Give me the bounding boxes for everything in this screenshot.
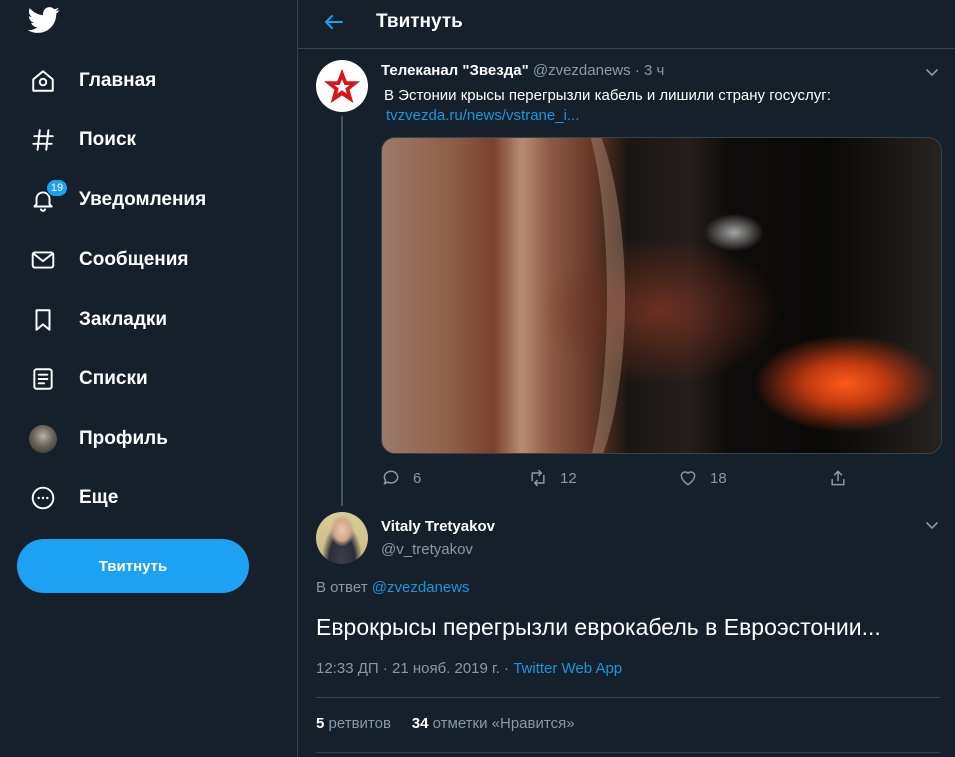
nav-lists-label: Списки — [79, 368, 148, 389]
tweet-button[interactable]: Твитнуть — [17, 539, 249, 593]
chevron-down-icon[interactable] — [925, 68, 939, 78]
nav-profile-label: Профиль — [79, 428, 168, 449]
share-icon — [831, 470, 845, 486]
nav-lists[interactable]: Списки — [16, 357, 148, 401]
avatar[interactable] — [316, 60, 368, 112]
bell-icon: 19 — [28, 179, 68, 215]
like-action[interactable]: 18 — [678, 468, 727, 488]
nav-more-label: Еще — [79, 487, 119, 508]
nav-explore[interactable]: Поиск — [16, 118, 136, 162]
envelope-icon — [28, 245, 58, 275]
nav-messages-label: Сообщения — [79, 249, 189, 270]
image-detail — [507, 138, 625, 453]
author-name[interactable]: Vitaly Tretyakov — [381, 518, 495, 535]
tweet-meta: 12:33 ДП · 21 нояб. 2019 г. · Twitter We… — [316, 660, 622, 677]
likes-count: 34 — [411, 715, 429, 732]
notification-badge: 19 — [46, 179, 68, 197]
zvezda-logo-icon — [323, 68, 361, 104]
sidebar: Главная Поиск 19 Уведомления Сообщения З… — [0, 0, 297, 757]
retweet-action[interactable]: 12 — [528, 468, 577, 488]
retweets-label: ретвитов — [328, 715, 391, 732]
reply-icon — [383, 470, 399, 485]
tweet-image[interactable] — [381, 137, 942, 454]
avatar — [29, 425, 57, 453]
nav-home-label: Главная — [79, 70, 157, 91]
page-title: Твитнуть — [376, 11, 463, 32]
nav-messages[interactable]: Сообщения — [16, 238, 189, 282]
tweet-link[interactable]: tvzvezda.ru/news/vstrane_i... — [386, 107, 579, 124]
retweet-icon — [531, 469, 545, 487]
chevron-down-icon[interactable] — [925, 521, 939, 531]
author-name[interactable]: Телеканал "Звезда" — [381, 62, 529, 79]
nav-notifications[interactable]: 19 Уведомления — [16, 178, 206, 222]
nav-notifications-label: Уведомления — [79, 189, 207, 210]
share-action[interactable] — [828, 468, 848, 488]
tweet-source[interactable]: Twitter Web App — [513, 660, 622, 677]
author-handle[interactable]: @zvezdanews — [533, 62, 631, 79]
arrow-left-icon[interactable] — [322, 10, 346, 34]
divider — [316, 697, 940, 698]
tweet-text: Еврокрысы перегрызли еврокабель в Евроэс… — [316, 614, 881, 640]
reply-to-link[interactable]: @zvezdanews — [372, 579, 470, 596]
likes-label: отметки «Нравится» — [432, 715, 575, 732]
nav-bookmarks-label: Закладки — [79, 309, 168, 330]
twitter-bird-icon[interactable] — [27, 4, 61, 36]
like-count: 18 — [710, 469, 727, 487]
retweets-stat[interactable]: 5 ретвитов — [316, 715, 391, 732]
retweets-count: 5 — [316, 715, 325, 732]
main-column: Твитнуть Телеканал "Звезда" @zvezdanews … — [297, 0, 955, 757]
tweet-timestamp[interactable]: 12:33 ДП · 21 нояб. 2019 г. · — [316, 660, 509, 677]
nav-profile[interactable]: Профиль — [16, 417, 168, 461]
profile-icon-wrap — [28, 424, 58, 454]
separator-dot: · — [634, 62, 640, 79]
tweet-time[interactable]: 3 ч — [644, 62, 664, 79]
nav-home[interactable]: Главная — [16, 59, 156, 103]
divider — [316, 752, 940, 753]
tweet-header: Телеканал "Звезда" @zvezdanews · 3 ч — [381, 62, 664, 79]
thread-line — [341, 116, 343, 506]
avatar[interactable] — [316, 512, 368, 564]
retweet-count: 12 — [560, 469, 577, 487]
author-handle[interactable]: @v_tretyakov — [381, 541, 473, 558]
likes-stat[interactable]: 34 отметки «Нравится» — [412, 715, 575, 732]
more-circle-icon — [28, 483, 58, 513]
nav-explore-label: Поиск — [79, 129, 137, 150]
reply-count: 6 — [413, 469, 422, 487]
nav-bookmarks[interactable]: Закладки — [16, 298, 167, 342]
list-icon — [28, 364, 58, 394]
heart-icon — [680, 471, 696, 486]
tweet-stats: 5 ретвитов 34 отметки «Нравится» — [316, 715, 575, 732]
tweet-text: В Эстонии крысы перегрызли кабель и лиши… — [384, 87, 831, 104]
reply-context: В ответ @zvezdanews — [316, 579, 470, 596]
home-icon — [28, 66, 58, 96]
reply-action[interactable]: 6 — [381, 468, 421, 488]
hashtag-icon — [28, 125, 58, 155]
reply-prefix: В ответ — [316, 579, 368, 596]
page-header: Твитнуть — [298, 0, 955, 49]
nav-more[interactable]: Еще — [16, 476, 118, 520]
bookmark-icon — [28, 305, 58, 335]
